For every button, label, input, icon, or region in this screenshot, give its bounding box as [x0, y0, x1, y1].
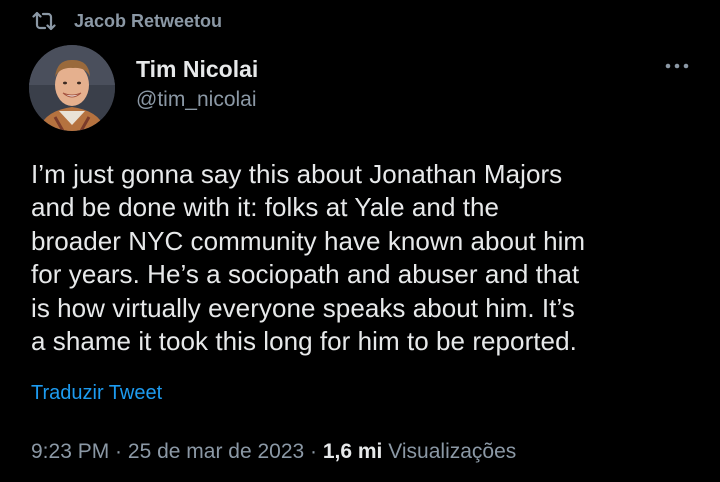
meta-separator: · — [109, 440, 128, 463]
author-block: Tim Nicolai @tim_nicolai — [136, 55, 258, 113]
tweet-time[interactable]: 9:23 PM — [31, 440, 109, 463]
retweet-label[interactable]: Jacob Retweetou — [74, 11, 222, 32]
tweet-date[interactable]: 25 de mar de 2023 — [128, 440, 304, 463]
tweet-metadata: 9:23 PM · 25 de mar de 2023 · 1,6 mi Vis… — [31, 438, 516, 466]
author-handle[interactable]: @tim_nicolai — [136, 87, 258, 113]
retweet-indicator: Jacob Retweetou — [32, 8, 222, 34]
views-count[interactable]: 1,6 mi — [323, 440, 383, 463]
meta-separator: · — [304, 440, 323, 463]
views-label[interactable]: Visualizações — [388, 440, 516, 463]
avatar[interactable] — [29, 45, 115, 131]
author-display-name[interactable]: Tim Nicolai — [136, 55, 258, 83]
retweet-icon — [32, 11, 56, 31]
more-options-icon[interactable] — [662, 56, 692, 76]
tweet-text: I’m just gonna say this about Jonathan M… — [31, 159, 586, 357]
translate-tweet-link[interactable]: Traduzir Tweet — [31, 380, 162, 406]
